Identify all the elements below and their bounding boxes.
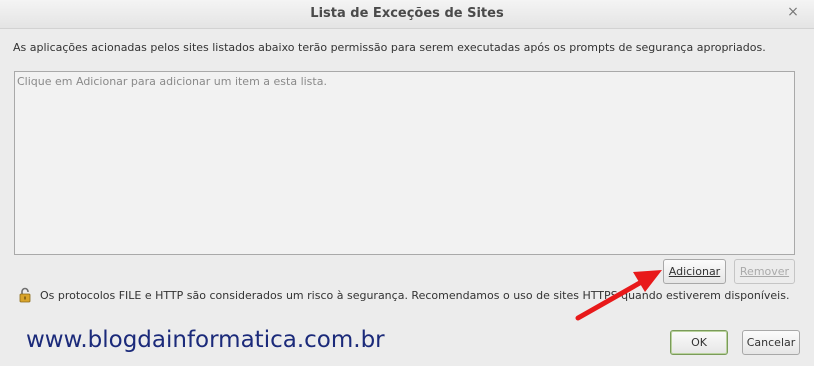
close-icon[interactable]: × bbox=[786, 5, 800, 19]
add-button[interactable]: Adicionar bbox=[663, 259, 726, 284]
cancel-button[interactable]: Cancelar bbox=[742, 330, 800, 355]
unlocked-padlock-icon bbox=[19, 287, 31, 303]
title-bar: Lista de Exceções de Sites × bbox=[0, 0, 814, 29]
ok-button[interactable]: OK bbox=[670, 330, 728, 355]
dialog-description: As aplicações acionadas pelos sites list… bbox=[13, 41, 766, 54]
security-notice: Os protocolos FILE e HTTP são considerad… bbox=[40, 289, 790, 302]
exception-site-list[interactable]: Clique em Adicionar para adicionar um it… bbox=[14, 71, 795, 255]
window-title: Lista de Exceções de Sites bbox=[310, 6, 504, 21]
remove-button[interactable]: Remover bbox=[734, 259, 795, 284]
list-placeholder: Clique em Adicionar para adicionar um it… bbox=[17, 75, 327, 88]
watermark-text: www.blogdainformatica.com.br bbox=[26, 327, 385, 353]
